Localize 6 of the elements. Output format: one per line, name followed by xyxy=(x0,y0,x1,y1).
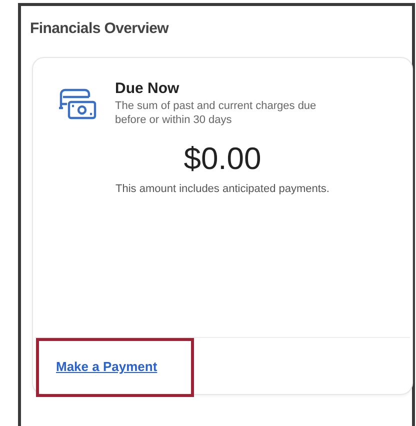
amount-note: This amount includes anticipated payments. xyxy=(115,182,330,196)
make-payment-link[interactable]: Make a Payment xyxy=(56,357,158,377)
amount-due: $0.00 xyxy=(184,140,262,176)
card-description: The sum of past and current charges due before or within 30 days xyxy=(115,98,318,126)
section-title: Financials Overview xyxy=(30,19,170,39)
card-title: Due Now xyxy=(115,80,180,98)
